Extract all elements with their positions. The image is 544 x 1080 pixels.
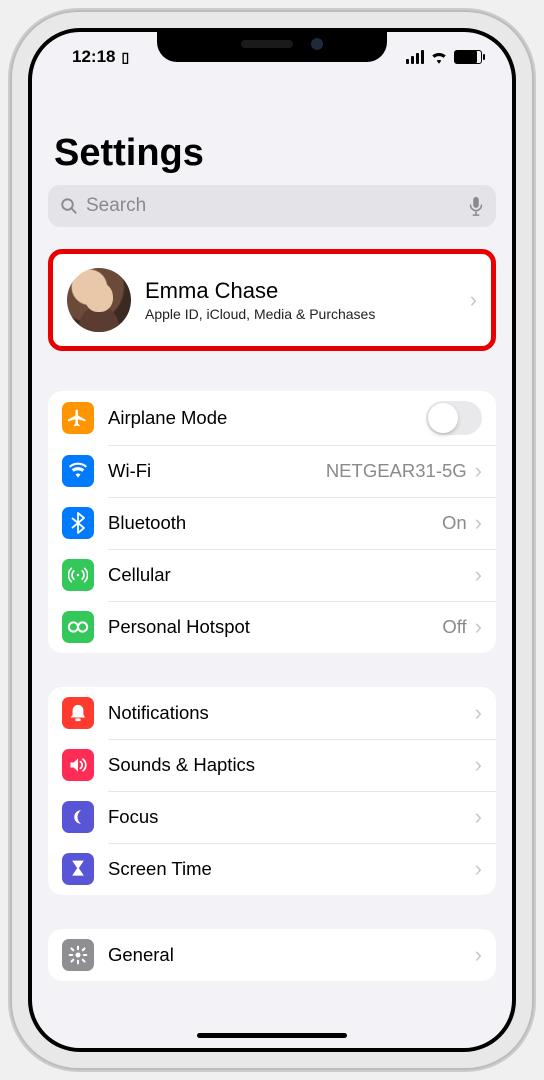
bluetooth-icon — [62, 507, 94, 539]
row-label: Cellular — [108, 564, 475, 586]
battery-icon — [454, 50, 482, 64]
chevron-right-icon: › — [475, 562, 482, 588]
row-value: NETGEAR31-5G — [326, 460, 467, 482]
sounds-icon — [62, 749, 94, 781]
row-label: Screen Time — [108, 858, 475, 880]
row-label: Sounds & Haptics — [108, 754, 475, 776]
focus-row[interactable]: Focus › — [48, 791, 496, 843]
search-icon — [60, 197, 78, 215]
focus-icon — [62, 801, 94, 833]
airplane-icon — [62, 402, 94, 434]
chevron-right-icon: › — [470, 287, 477, 313]
wifi-row[interactable]: Wi-Fi NETGEAR31-5G › — [48, 445, 496, 497]
connectivity-group: Airplane Mode Wi-Fi NETGEAR31-5G › — [48, 391, 496, 653]
bluetooth-row[interactable]: Bluetooth On › — [48, 497, 496, 549]
row-label: Bluetooth — [108, 512, 442, 534]
cellular-signal-icon — [406, 50, 424, 64]
chevron-right-icon: › — [475, 942, 482, 968]
status-indicator: ▯ — [121, 49, 129, 66]
search-placeholder: Search — [86, 195, 460, 217]
chevron-right-icon: › — [475, 700, 482, 726]
row-label: Focus — [108, 806, 475, 828]
row-value: Off — [442, 616, 466, 638]
profile-name: Emma Chase — [145, 278, 470, 304]
status-time: 12:18 — [72, 47, 115, 67]
alerts-group: Notifications › Sounds & Haptics › — [48, 687, 496, 895]
hotspot-icon — [62, 611, 94, 643]
airplane-mode-row[interactable]: Airplane Mode — [48, 391, 496, 445]
sounds-row[interactable]: Sounds & Haptics › — [48, 739, 496, 791]
screen: 12:18 ▯ Settings Search — [32, 32, 512, 1048]
row-label: Personal Hotspot — [108, 616, 442, 638]
row-label: Notifications — [108, 702, 475, 724]
page-title: Settings — [54, 132, 496, 175]
home-indicator[interactable] — [197, 1033, 347, 1038]
notifications-row[interactable]: Notifications › — [48, 687, 496, 739]
row-value: On — [442, 512, 467, 534]
phone-bezel: 12:18 ▯ Settings Search — [28, 28, 516, 1052]
wifi-icon — [62, 455, 94, 487]
chevron-right-icon: › — [475, 804, 482, 830]
profile-group: Emma Chase Apple ID, iCloud, Media & Pur… — [48, 249, 496, 351]
screentime-row[interactable]: Screen Time › — [48, 843, 496, 895]
general-row[interactable]: General › — [48, 929, 496, 981]
general-icon — [62, 939, 94, 971]
notch — [157, 28, 387, 62]
chevron-right-icon: › — [475, 510, 482, 536]
row-label: General — [108, 944, 475, 966]
microphone-icon[interactable] — [468, 196, 484, 216]
row-label: Airplane Mode — [108, 407, 426, 429]
hotspot-row[interactable]: Personal Hotspot Off › — [48, 601, 496, 653]
system-group: General › — [48, 929, 496, 981]
chevron-right-icon: › — [475, 856, 482, 882]
profile-subtitle: Apple ID, iCloud, Media & Purchases — [145, 306, 470, 322]
chevron-right-icon: › — [475, 614, 482, 640]
cellular-row[interactable]: Cellular › — [48, 549, 496, 601]
wifi-status-icon — [430, 50, 448, 64]
search-input[interactable]: Search — [48, 185, 496, 227]
phone-frame: 12:18 ▯ Settings Search — [10, 10, 534, 1070]
chevron-right-icon: › — [475, 752, 482, 778]
notifications-icon — [62, 697, 94, 729]
screentime-icon — [62, 853, 94, 885]
avatar — [67, 268, 131, 332]
apple-id-row[interactable]: Emma Chase Apple ID, iCloud, Media & Pur… — [53, 254, 491, 346]
row-label: Wi-Fi — [108, 460, 326, 482]
airplane-toggle[interactable] — [426, 401, 482, 435]
chevron-right-icon: › — [475, 458, 482, 484]
cellular-icon — [62, 559, 94, 591]
